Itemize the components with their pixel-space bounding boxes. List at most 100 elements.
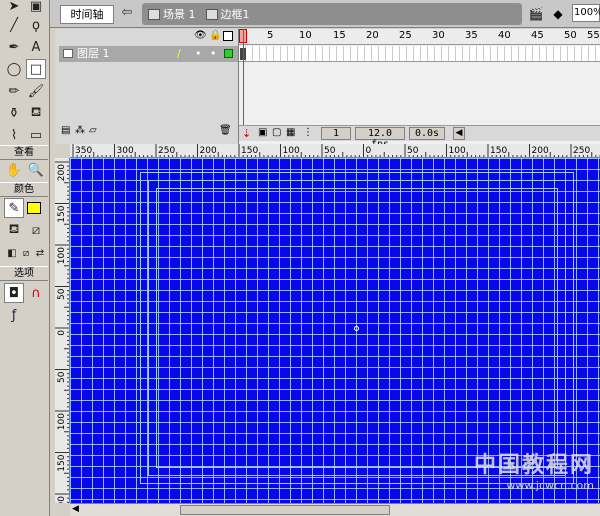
eye-icon[interactable]: 👁 [194,30,207,41]
ruler-label: 100 [57,247,67,264]
magnet-icon[interactable]: ∩ [26,283,46,303]
ruler-label: 50 [57,371,67,383]
zoom-tool-icon[interactable]: 🔍 [26,160,46,180]
fill-bucket-icon[interactable]: ⛾ [4,220,24,240]
scroll-left-arrow-icon[interactable]: ◀ [72,504,79,514]
subselect-tool-icon[interactable]: ▣ [26,0,46,16]
colors-section-label: 颜色 [0,182,48,197]
timeline-toggle-button[interactable]: 时间轴 [60,5,114,24]
frame-row[interactable] [239,46,600,62]
ruler-label: 100 [57,413,67,430]
symbol-label: 边框1 [220,8,250,21]
eyedropper-tool-icon[interactable]: ⌇ [4,125,24,145]
frame-number: 55 [587,30,600,41]
ruler-label: 150 [490,146,507,156]
ink-bottle-tool-icon[interactable]: ⚱ [4,103,24,123]
scene-label: 场景 1 [163,8,196,21]
pencil-tool-icon[interactable]: ✏ [4,81,24,101]
ruler-label: 100 [449,146,466,156]
edit-scene-icon[interactable]: 🎬 [528,6,544,22]
frame-number: 35 [465,30,478,41]
ruler-label: 50 [407,146,419,156]
timeline-frames-panel: 1 5 10 15 20 25 30 35 40 45 50 55 ⇣ ▣ ▢ … [238,29,600,150]
ruler-label: 350 [75,146,92,156]
tools-panel: ➤ ▣ ╱ ϙ ✒ A ◯ □ ✏ 🖌 ⚱ ⛾ ⌇ ▭ 查看 ✋ 🔍 颜色 ✎ … [0,0,50,516]
layer-header: 👁 🔒 [55,29,238,44]
timeline-status-bar: ⇣ ▣ ▢ ▦ ⋮ 1 12.0 fps 0.0s ◀ [239,125,600,150]
oval-tool-icon[interactable]: ◯ [4,59,24,79]
frame-number: 40 [498,30,511,41]
pen-tool-icon[interactable]: ✒ [4,37,24,57]
snap-to-objects-icon[interactable]: ◘ [4,283,24,303]
layer-icon [63,49,73,58]
vertical-ruler-ticks: 200 150 100 50 0 50 100 150 200 [55,161,69,503]
ruler-label: 250 [573,146,590,156]
center-frame-icon[interactable]: ⇣ [242,127,251,140]
ruler-label: 200 [200,146,217,156]
horizontal-scrollbar[interactable]: ◀ [70,503,600,516]
scrollbar-thumb[interactable] [180,505,390,515]
frame-number: 25 [399,30,412,41]
vertical-ruler[interactable]: 200 150 100 50 0 50 100 150 200 [55,158,70,503]
options-section-label: 选项 [0,266,48,281]
frame-number: 50 [564,30,577,41]
add-layer-icon[interactable]: ▤ [61,125,70,136]
frame-number: 5 [267,30,274,41]
trash-icon[interactable]: 🗑 [219,125,232,136]
frame-number: 20 [366,30,379,41]
symbol-icon [205,8,218,20]
ruler-label: 50 [324,146,336,156]
horizontal-ruler[interactable]: 350 300 250 200 150 100 50 0 50 100 150 200 250 [70,144,600,158]
add-guide-icon[interactable]: ⁂ [75,125,85,136]
symbol-crumb[interactable]: 边框1 [205,6,250,22]
timeline-layers-panel: 👁 🔒 图层 1 / • • ▤ ⁂ ▱ 🗑 [55,29,238,144]
view-section-label: 查看 [0,145,48,160]
pencil-icon: / [177,47,181,60]
visible-dot[interactable]: • [195,46,202,62]
playhead[interactable] [243,29,244,139]
ruler-label: 150 [57,205,67,222]
scroll-left-icon[interactable]: ◀ [453,127,465,140]
onion-markers-icon[interactable]: ⋮ [303,127,313,138]
back-arrow-icon[interactable]: ⇦ [118,5,136,23]
frame-number: 15 [333,30,346,41]
no-color-icon[interactable]: ⧄ [26,220,46,240]
layer-row[interactable]: 图层 1 / • • [59,46,238,62]
ruler-label: 150 [241,146,258,156]
edit-multiple-icon[interactable]: ▦ [286,127,295,138]
elapsed-time-field: 0.0s [409,127,445,140]
arrow-tool-icon[interactable]: ➤ [4,0,24,16]
lock-dot[interactable]: • [210,46,217,62]
zoom-field[interactable]: 100% [572,4,600,22]
registration-point[interactable] [354,326,359,331]
add-folder-icon[interactable]: ▱ [89,125,97,136]
scene-crumb[interactable]: 场景 1 [148,6,196,22]
frame-ruler[interactable]: 1 5 10 15 20 25 30 35 40 45 50 55 [239,29,600,45]
stroke-color-icon[interactable]: ✎ [4,198,24,218]
ruler-label: 300 [117,146,134,156]
eraser-tool-icon[interactable]: ▭ [26,125,46,145]
stage-area: 350 300 250 200 150 100 50 0 50 100 150 200 250 200 1… [55,144,600,516]
line-tool-icon[interactable]: ╱ [4,15,24,35]
edit-bar: 时间轴 ⇦ 场景 1 边框1 🎬 ◆ 100% [50,0,600,28]
frame-rate-field[interactable]: 12.0 fps [355,127,405,150]
swap-colors-icon[interactable]: ⇄ [30,243,50,263]
edit-symbol-icon[interactable]: ◆ [550,6,566,22]
rectangle-tool-icon[interactable]: □ [26,59,46,79]
brush-tool-icon[interactable]: 🖌 [26,81,46,101]
hand-tool-icon[interactable]: ✋ [4,160,24,180]
fill-color-swatch[interactable] [27,202,41,214]
outline-icon[interactable] [223,31,233,41]
ruler-label: 200 [57,496,67,503]
smooth-icon[interactable]: ƒ [4,305,24,325]
text-tool-icon[interactable]: A [26,37,46,57]
ruler-label: 50 [57,288,67,300]
paint-bucket-tool-icon[interactable]: ⛾ [26,103,46,123]
frame-number: 45 [531,30,544,41]
lock-icon[interactable]: 🔒 [209,30,221,41]
outline-color-swatch[interactable] [224,49,233,58]
onion-skin-icon[interactable]: ▣ [258,127,267,138]
lasso-tool-icon[interactable]: ϙ [26,15,46,35]
onion-outline-icon[interactable]: ▢ [272,127,281,138]
horizontal-ruler-ticks: 350 300 250 200 150 100 50 0 50 100 150 200 250 [72,144,600,157]
